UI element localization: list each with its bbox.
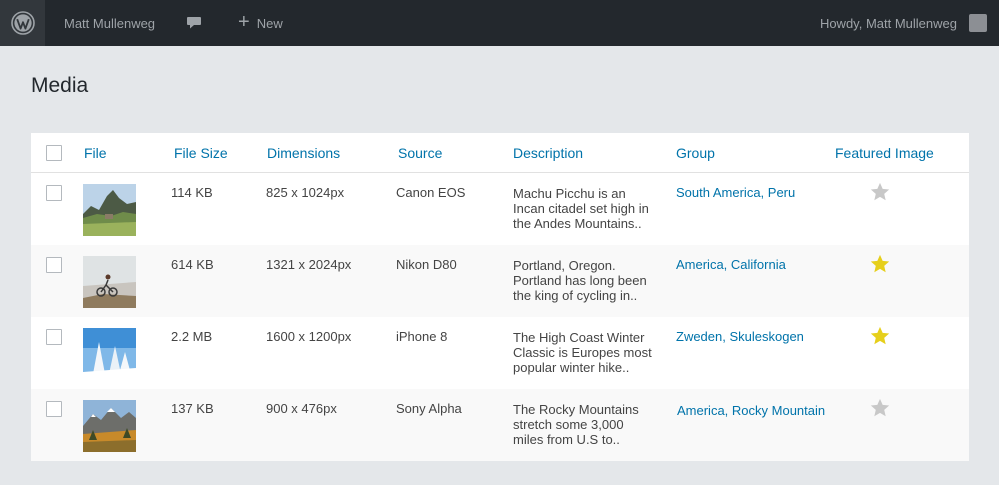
file-size: 114 KB: [171, 185, 213, 200]
column-dimensions[interactable]: Dimensions: [267, 133, 340, 173]
media-table: File File Size Dimensions Source Descrip…: [31, 133, 969, 461]
group-link[interactable]: South America, Peru: [676, 185, 795, 200]
user-account-menu[interactable]: Howdy, Matt Mullenweg: [820, 0, 957, 46]
table-row: 137 KB 900 x 476px Sony Alpha The Rocky …: [31, 389, 969, 461]
dimensions: 1321 x 2024px: [266, 257, 352, 272]
site-name-label: Matt Mullenweg: [64, 15, 156, 31]
page-title: Media: [31, 74, 89, 97]
new-label: New: [256, 15, 283, 31]
file-size: 2.2 MB: [171, 329, 213, 344]
user-name-label: Matt Mullenweg: [865, 15, 957, 31]
star-icon[interactable]: [869, 181, 891, 203]
star-icon[interactable]: [869, 325, 891, 347]
description: The Rocky Mountains stretch some 3,000 m…: [513, 402, 639, 447]
group-link[interactable]: America, Rocky Mountain: [677, 403, 825, 418]
row-checkbox[interactable]: [46, 401, 62, 417]
howdy-label: Howdy,: [819, 15, 863, 31]
description: Portland, Oregon. Portland has long been…: [513, 258, 647, 303]
site-name-link[interactable]: Matt Mullenweg: [64, 0, 155, 46]
admin-bar: Matt Mullenweg + New Howdy, Matt Mullenw…: [0, 0, 999, 46]
table-header: File File Size Dimensions Source Descrip…: [31, 133, 969, 173]
thumbnail-portland-cyclist[interactable]: [83, 256, 136, 308]
table-row: 614 KB 1321 x 2024px Nikon D80 Portland,…: [31, 245, 969, 317]
column-source[interactable]: Source: [398, 133, 442, 173]
dimensions: 1600 x 1200px: [266, 329, 352, 344]
description: The High Coast Winter Classic is Europes…: [513, 330, 652, 375]
description: Machu Picchu is an Incan citadel set hig…: [513, 186, 649, 231]
file-size: 614 KB: [171, 257, 214, 272]
plus-icon: +: [238, 11, 250, 33]
group-link[interactable]: Zweden, Skuleskogen: [676, 329, 804, 344]
dimensions: 825 x 1024px: [266, 185, 345, 200]
row-checkbox[interactable]: [46, 185, 62, 201]
thumbnail-machu-picchu[interactable]: [83, 184, 136, 236]
new-content-button[interactable]: + New: [238, 0, 283, 46]
row-checkbox[interactable]: [46, 329, 62, 345]
thumbnail-winter-trees[interactable]: [83, 328, 136, 380]
source: iPhone 8: [396, 329, 448, 344]
source: Sony Alpha: [396, 401, 462, 416]
comments-button[interactable]: [186, 0, 202, 46]
star-icon[interactable]: [869, 253, 891, 275]
thumbnail-rocky-mountains[interactable]: [83, 400, 136, 452]
column-description[interactable]: Description: [513, 133, 583, 173]
table-row: 114 KB 825 x 1024px Canon EOS Machu Picc…: [31, 173, 969, 245]
group-link[interactable]: America, California: [676, 257, 786, 272]
column-featured-image[interactable]: Featured Image: [835, 133, 934, 173]
source: Canon EOS: [396, 185, 466, 200]
wordpress-logo-button[interactable]: [0, 0, 45, 46]
source: Nikon D80: [396, 257, 457, 272]
star-icon[interactable]: [869, 397, 891, 419]
table-row: 2.2 MB 1600 x 1200px iPhone 8 The High C…: [31, 317, 969, 389]
row-checkbox[interactable]: [46, 257, 62, 273]
file-size: 137 KB: [171, 401, 214, 416]
dimensions: 900 x 476px: [266, 401, 337, 416]
column-file-size[interactable]: File Size: [174, 133, 228, 173]
column-group[interactable]: Group: [676, 133, 715, 173]
wordpress-icon: [10, 11, 35, 35]
select-all-checkbox[interactable]: [46, 145, 62, 161]
comment-icon: [187, 17, 202, 29]
avatar[interactable]: [969, 14, 987, 32]
column-file[interactable]: File: [84, 133, 107, 173]
